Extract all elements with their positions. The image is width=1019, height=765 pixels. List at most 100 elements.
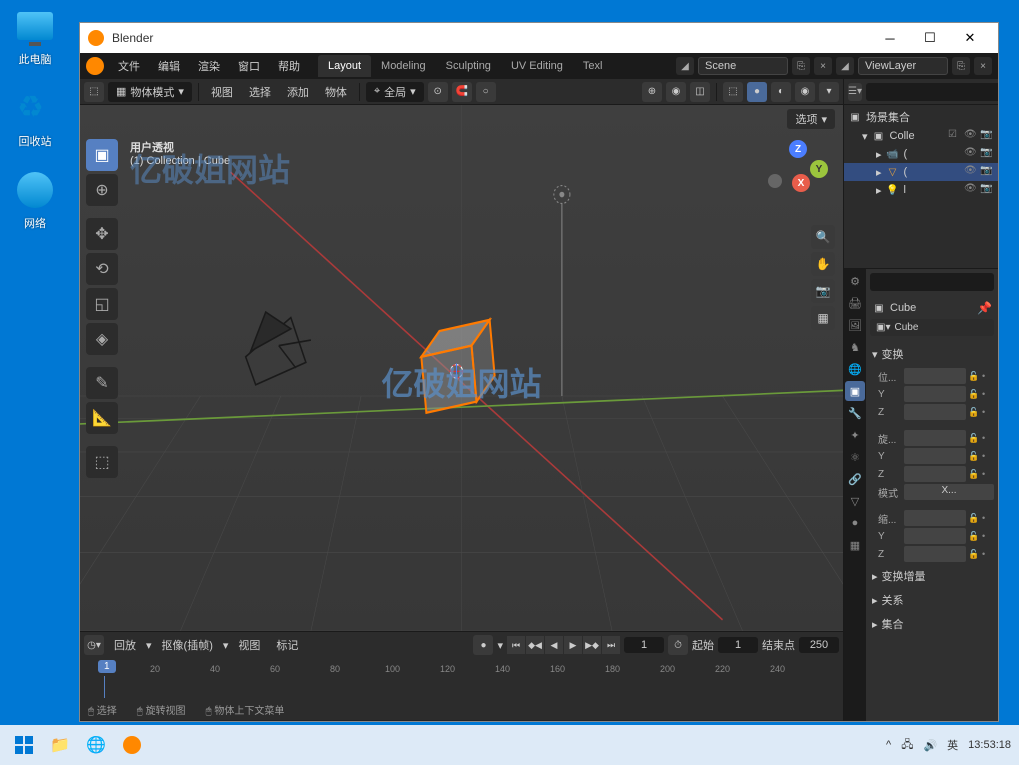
lock-icon[interactable]: 🔓 bbox=[968, 513, 980, 524]
start-button[interactable] bbox=[8, 729, 40, 761]
frame-marker[interactable]: 1 bbox=[98, 660, 116, 673]
tab-texture[interactable]: Texl bbox=[573, 55, 613, 77]
scene-new-icon[interactable]: ⎘ bbox=[792, 57, 810, 75]
start-frame-input[interactable] bbox=[718, 637, 758, 653]
scene-input[interactable] bbox=[698, 57, 788, 75]
camera-icon[interactable]: 📷 bbox=[980, 165, 994, 179]
lock-icon[interactable]: 🔓 bbox=[968, 549, 980, 560]
playhead[interactable] bbox=[104, 676, 105, 698]
tool-cursor[interactable]: ⊕ bbox=[86, 174, 118, 206]
tray-time[interactable]: 13:53:18 bbox=[968, 739, 1011, 751]
camera-icon[interactable]: 📷 bbox=[980, 129, 994, 143]
tab-texture-icon[interactable]: ▦ bbox=[845, 535, 865, 555]
tab-particles-icon[interactable]: ✦ bbox=[845, 425, 865, 445]
section-transform[interactable]: ▾ 变换 bbox=[870, 342, 994, 366]
timeline-playback[interactable]: 回放 bbox=[108, 635, 142, 655]
viewlayer-delete-icon[interactable]: × bbox=[974, 57, 992, 75]
disclosure-icon[interactable]: ▸ bbox=[876, 166, 882, 179]
eye-icon[interactable]: 👁 bbox=[964, 183, 978, 197]
overlay-icon[interactable]: ◉ bbox=[666, 82, 686, 102]
tree-collection[interactable]: ▾ ▣ Colle ☑ 👁 📷 bbox=[844, 127, 998, 145]
tool-scale[interactable]: ◱ bbox=[86, 288, 118, 320]
eye-icon[interactable]: 👁 bbox=[964, 129, 978, 143]
tray-chevron-icon[interactable]: ^ bbox=[886, 739, 891, 751]
keyframe-prev-icon[interactable]: ◆◀ bbox=[526, 636, 544, 654]
tool-transform[interactable]: ◈ bbox=[86, 323, 118, 355]
tab-sculpting[interactable]: Sculpting bbox=[436, 55, 501, 77]
titlebar[interactable]: Blender ─ ☐ ✕ bbox=[80, 23, 998, 53]
tool-add-cube[interactable]: ⬚ bbox=[86, 446, 118, 478]
viewlayer-new-icon[interactable]: ⎘ bbox=[952, 57, 970, 75]
tab-object-icon[interactable]: ▣ bbox=[845, 381, 865, 401]
properties-search[interactable] bbox=[870, 273, 994, 291]
tab-world-icon[interactable]: 🌐 bbox=[845, 359, 865, 379]
viewport-3d[interactable]: 选项 ▾ ▣ ⊕ ✥ ⟲ ◱ ◈ ✎ 📐 ⬚ bbox=[80, 105, 843, 631]
checkbox-icon[interactable]: ☑ bbox=[948, 129, 962, 143]
tab-modeling[interactable]: Modeling bbox=[371, 55, 436, 77]
tray-network-icon[interactable]: 🖧 bbox=[901, 736, 913, 755]
desktop-icon-recycle[interactable]: 回收站 bbox=[5, 87, 65, 149]
shading-wireframe-icon[interactable]: ⬚ bbox=[723, 82, 743, 102]
tree-camera[interactable]: ▸ 📹 ( 👁 📷 bbox=[844, 145, 998, 163]
mode-dropdown[interactable]: ▦ 物体模式 ▾ bbox=[108, 82, 192, 102]
lock-icon[interactable]: 🔓 bbox=[968, 389, 980, 400]
scene-delete-icon[interactable]: × bbox=[814, 57, 832, 75]
zoom-icon[interactable]: 🔍 bbox=[811, 225, 835, 249]
desktop-icon-pc[interactable]: 此电脑 bbox=[5, 5, 65, 67]
tab-uv[interactable]: UV Editing bbox=[501, 55, 573, 77]
jump-end-icon[interactable]: ⏭ bbox=[602, 636, 620, 654]
section-delta[interactable]: ▸ 变换增量 bbox=[870, 564, 994, 588]
shading-rendered-icon[interactable]: ◉ bbox=[795, 82, 815, 102]
timeline-keying[interactable]: 抠像(插帧) bbox=[156, 635, 219, 655]
outliner-search[interactable] bbox=[866, 83, 998, 101]
tab-physics-icon[interactable]: ⚛ bbox=[845, 447, 865, 467]
viewlayer-browse-icon[interactable]: ◢ bbox=[836, 57, 854, 75]
taskbar-edge-icon[interactable]: 🌐 bbox=[80, 729, 112, 761]
tab-data-icon[interactable]: ▽ bbox=[845, 491, 865, 511]
tool-rotate[interactable]: ⟲ bbox=[86, 253, 118, 285]
viewlayer-input[interactable] bbox=[858, 57, 948, 75]
eye-icon[interactable]: 👁 bbox=[964, 165, 978, 179]
timeline-marker[interactable]: 标记 bbox=[270, 635, 304, 655]
location-x-input[interactable] bbox=[904, 368, 966, 384]
lock-icon[interactable]: 🔓 bbox=[968, 407, 980, 418]
tool-select-box[interactable]: ▣ bbox=[86, 139, 118, 171]
lock-icon[interactable]: 🔓 bbox=[968, 451, 980, 462]
autokey-icon[interactable]: ● bbox=[473, 635, 493, 655]
camera-icon[interactable]: 📷 bbox=[980, 183, 994, 197]
axis-y[interactable]: Y bbox=[810, 160, 828, 178]
desktop-icon-network[interactable]: 网络 bbox=[5, 169, 65, 231]
options-dropdown[interactable]: 选项 ▾ bbox=[787, 109, 835, 129]
tree-scene-collection[interactable]: ▣ 场景集合 bbox=[844, 107, 998, 127]
minimize-button[interactable]: ─ bbox=[870, 24, 910, 52]
menu-help[interactable]: 帮助 bbox=[270, 55, 308, 77]
clock-icon[interactable]: ⏱ bbox=[668, 635, 688, 655]
pin-icon[interactable]: 📌 bbox=[977, 301, 992, 315]
disclosure-icon[interactable]: ▸ bbox=[876, 148, 882, 161]
play-icon[interactable]: ▶ bbox=[564, 636, 582, 654]
scale-z-input[interactable] bbox=[904, 546, 966, 562]
section-collections[interactable]: ▸ 集合 bbox=[870, 612, 994, 636]
scale-y-input[interactable] bbox=[904, 528, 966, 544]
editor-type-icon[interactable]: ⬚ bbox=[84, 82, 104, 102]
timeline-editor-icon[interactable]: ◷▾ bbox=[84, 635, 104, 655]
tray-volume-icon[interactable]: 🔊 bbox=[923, 739, 937, 752]
snap-icon[interactable]: 🧲 bbox=[452, 82, 472, 102]
outliner-display-icon[interactable]: ☰▾ bbox=[848, 83, 862, 101]
current-frame-input[interactable] bbox=[624, 637, 664, 653]
tray-lang[interactable]: 英 bbox=[947, 737, 958, 753]
rotation-z-input[interactable] bbox=[904, 466, 966, 482]
tool-annotate[interactable]: ✎ bbox=[86, 367, 118, 399]
eye-icon[interactable]: 👁 bbox=[964, 147, 978, 161]
menu-edit[interactable]: 编辑 bbox=[150, 55, 188, 77]
axis-neg[interactable] bbox=[768, 174, 782, 188]
section-relations[interactable]: ▸ 关系 bbox=[870, 588, 994, 612]
axis-gizmo[interactable]: Z Y X bbox=[768, 140, 828, 200]
menu-select[interactable]: 选择 bbox=[243, 82, 277, 102]
play-reverse-icon[interactable]: ◀ bbox=[545, 636, 563, 654]
scale-x-input[interactable] bbox=[904, 510, 966, 526]
scene-browse-icon[interactable]: ◢ bbox=[676, 57, 694, 75]
axis-z[interactable]: Z bbox=[789, 140, 807, 158]
jump-start-icon[interactable]: ⏮ bbox=[507, 636, 525, 654]
gizmo-icon[interactable]: ⊕ bbox=[642, 82, 662, 102]
